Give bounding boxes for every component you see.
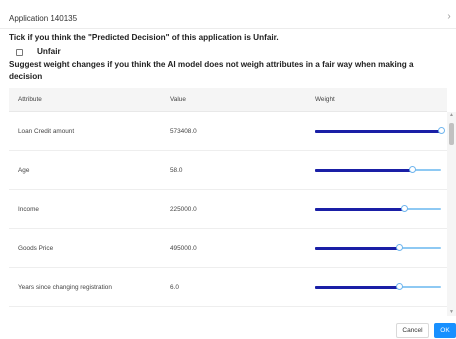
slider-track xyxy=(315,129,441,133)
weight-slider[interactable] xyxy=(315,244,441,251)
value-cell: 573408.0 xyxy=(170,128,197,135)
application-dialog: Application 140135 › Tick if you think t… xyxy=(0,0,456,339)
unfair-checkbox[interactable] xyxy=(16,48,23,56)
value-cell: 6.0 xyxy=(170,284,179,291)
value-cell: 495000.0 xyxy=(170,245,197,252)
ok-button[interactable]: OK xyxy=(434,323,456,338)
table-scrollbar[interactable]: ▲ ▼ xyxy=(447,112,456,316)
unfair-question: Tick if you think the "Predicted Decisio… xyxy=(9,33,279,42)
unfair-checkbox-row[interactable]: Unfair xyxy=(16,45,61,59)
attribute-cell: Goods Price xyxy=(18,245,54,252)
slider-handle[interactable] xyxy=(395,283,403,290)
slider-handle[interactable] xyxy=(408,166,416,173)
attribute-cell: Loan Credit amount xyxy=(18,128,75,135)
table-row: Years since changing registration 6.0 xyxy=(9,268,447,307)
slider-handle[interactable] xyxy=(437,127,445,134)
weight-slider[interactable] xyxy=(315,166,441,173)
dialog-title: Application 140135 xyxy=(9,14,78,23)
header-divider xyxy=(0,28,456,29)
table-row: Age 58.0 xyxy=(9,151,447,190)
slider-handle[interactable] xyxy=(400,205,408,212)
table-body: Loan Credit amount 573408.0 Age 58.0 Inc… xyxy=(9,112,447,307)
attribute-cell: Income xyxy=(18,206,39,213)
table-row: Income 225000.0 xyxy=(9,190,447,229)
unfair-checkbox-label[interactable]: Unfair xyxy=(37,45,61,59)
weight-slider[interactable] xyxy=(315,127,445,134)
slider-track xyxy=(315,246,400,250)
cancel-button[interactable]: Cancel xyxy=(396,323,429,338)
attribute-cell: Age xyxy=(18,167,30,174)
column-header-weight: Weight xyxy=(315,96,335,103)
column-header-attribute: Attribute xyxy=(18,96,42,103)
weights-table: Attribute Value Weight Loan Credit amoun… xyxy=(9,88,456,316)
table-row: Loan Credit amount 573408.0 xyxy=(9,112,447,151)
suggest-weights-text: Suggest weight changes if you think the … xyxy=(9,60,414,81)
slider-handle[interactable] xyxy=(395,244,403,251)
scrollbar-thumb[interactable] xyxy=(449,123,454,145)
slider-track xyxy=(315,285,400,289)
value-cell: 58.0 xyxy=(170,167,183,174)
value-cell: 225000.0 xyxy=(170,206,197,213)
weight-slider[interactable] xyxy=(315,283,441,290)
dialog-header: Application 140135 › xyxy=(9,8,456,26)
slider-track xyxy=(315,168,413,172)
attribute-cell: Years since changing registration xyxy=(18,284,112,291)
weight-slider[interactable] xyxy=(315,205,441,212)
slider-track xyxy=(315,207,405,211)
table-header: Attribute Value Weight xyxy=(9,88,447,112)
column-header-value: Value xyxy=(170,96,186,103)
scroll-down-arrow-icon[interactable]: ▼ xyxy=(447,309,456,316)
close-icon[interactable]: › xyxy=(443,8,455,26)
table-row: Goods Price 495000.0 xyxy=(9,229,447,268)
dialog-footer: Cancel OK xyxy=(0,318,456,339)
scroll-up-arrow-icon[interactable]: ▲ xyxy=(447,112,456,119)
